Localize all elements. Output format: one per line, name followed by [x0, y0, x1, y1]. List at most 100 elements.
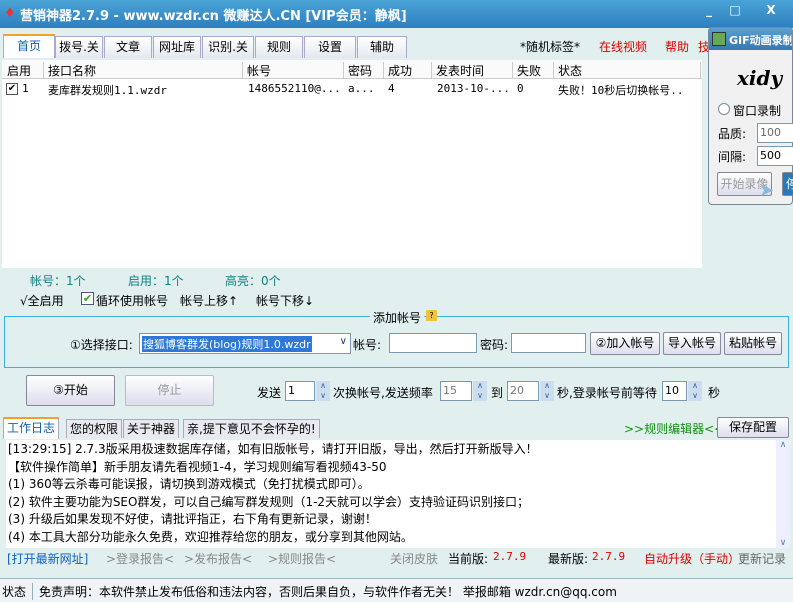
freq-from-input[interactable]: 15 — [440, 381, 472, 401]
enable-all-button[interactable]: √全启用 — [20, 292, 64, 309]
tab-settings[interactable]: 设置 — [304, 36, 356, 58]
tab-feedback[interactable]: 亲,提下意见不会怀孕的! — [183, 419, 320, 438]
tab-rules[interactable]: 规则 — [255, 36, 303, 58]
col-status[interactable]: 状态 — [553, 62, 701, 78]
row-success: 4 — [388, 82, 395, 95]
tab-permissions[interactable]: 您的权限 — [66, 419, 123, 438]
close-button[interactable]: X — [760, 3, 782, 21]
window-record-radio[interactable] — [718, 103, 730, 115]
status-label: 状态 — [2, 585, 27, 599]
freq-to-spinner[interactable]: ∧ ∨ — [540, 381, 554, 401]
wait-input[interactable]: 10 — [662, 381, 687, 401]
account-label: 帐号: — [353, 338, 382, 352]
log-scrollbar[interactable]: ∧ ∨ — [776, 440, 790, 548]
scroll-up-icon[interactable]: ∧ — [776, 440, 790, 450]
save-config-button[interactable]: 保存配置 — [717, 417, 789, 438]
scroll-down-icon[interactable]: ∨ — [776, 538, 790, 548]
col-fail[interactable]: 失败 — [512, 62, 541, 78]
tab-dial[interactable]: 拨号.关 — [55, 36, 103, 58]
open-site-link[interactable]: [打开最新网址] — [7, 550, 88, 567]
publish-report-link[interactable]: >发布报告< — [184, 550, 252, 567]
log-line: [13:29:15] 2.7.3版采用极速数据库存储，如有旧版帐号，请打开旧版，… — [8, 442, 538, 456]
wait-label: 秒,登录帐号前等待 — [557, 386, 657, 400]
window-title: 营销神器2.7.9 - www.wzdr.cn 微赚达人.CN [VIP会员：静… — [20, 9, 407, 24]
move-up-button[interactable]: 帐号上移↑ — [180, 292, 238, 309]
col-time[interactable]: 发表时间 — [431, 62, 484, 78]
rule-editor-link[interactable]: >>规则编辑器<< — [624, 420, 724, 437]
title-bar: ♦ 营销神器2.7.9 - www.wzdr.cn 微赚达人.CN [VIP会员… — [0, 0, 793, 28]
move-down-button[interactable]: 帐号下移↓ — [256, 292, 314, 309]
current-version: 2.7.9 — [493, 550, 527, 563]
col-enabled[interactable]: 启用 — [3, 62, 31, 78]
latest-version: 2.7.9 — [592, 550, 626, 563]
tab-article[interactable]: 文章 — [104, 36, 152, 58]
tab-recognize[interactable]: 识别.关 — [202, 36, 254, 58]
send-count-input[interactable]: 1 — [285, 381, 315, 401]
password-input[interactable] — [511, 333, 586, 353]
wait-spinner[interactable]: ∧ ∨ — [688, 381, 702, 401]
enabled-count: 启用：1个 — [128, 274, 184, 288]
help-link[interactable]: 帮助 — [665, 38, 689, 55]
tab-home[interactable]: 首页 — [3, 34, 55, 58]
gif-recorder-window: GIF动画录制 xidy 窗口录制 品质: 100 间隔: 500 开始录像 停… — [708, 27, 793, 205]
mouse-cursor-icon: ➤ — [759, 180, 775, 201]
interface-select[interactable]: 搜狐博客群发(blog)规则1.0.wzdr ∨ — [139, 333, 351, 354]
freq-from-spinner[interactable]: ∧ ∨ — [473, 381, 487, 401]
import-account-button[interactable]: 导入帐号 — [663, 332, 721, 355]
log-line: (2) 软件主要功能为SEO群发，可以自己编写群发规则（1-2天就可以学会）支持… — [8, 494, 530, 509]
col-success[interactable]: 成功 — [383, 62, 412, 78]
row-name: 麦库群发规则1.1.wzdr — [48, 84, 167, 97]
row-time: 2013-10-... — [437, 82, 510, 95]
password-label: 密码: — [480, 338, 509, 352]
changelog-link[interactable]: 更新记录 — [738, 550, 786, 567]
tab-work-log[interactable]: 工作日志 — [3, 417, 60, 439]
random-tag-link[interactable]: *随机标签* — [520, 38, 580, 55]
add-account-button[interactable]: ②加入帐号 — [590, 332, 660, 355]
window-record-label: 窗口录制 — [733, 104, 782, 118]
start-button[interactable]: ③开始 — [26, 375, 115, 406]
gif-logo: xidy — [737, 66, 783, 90]
log-line: 【软件操作简单】新手朋友请先看视频1-4，学习规则编写看视频43-50 — [8, 459, 387, 474]
maximize-button[interactable]: □ — [724, 3, 746, 21]
row-account: 1486552110@... — [248, 82, 341, 95]
col-interface[interactable]: 接口名称 — [43, 62, 96, 78]
app-logo-icon: ♦ — [4, 6, 16, 21]
stop-button[interactable]: 停止 — [125, 375, 214, 406]
loop-label: 循环使用帐号 — [96, 294, 169, 308]
freq-to-input[interactable]: 20 — [507, 381, 539, 401]
interface-select-value: 搜狐博客群发(blog)规则1.0.wzdr — [142, 336, 312, 352]
login-report-link[interactable]: >登录报告< — [106, 550, 174, 567]
help-icon[interactable]: ? — [426, 310, 437, 321]
gif-stop-button[interactable]: 停 — [782, 172, 793, 196]
row-fail: 0 — [517, 82, 524, 95]
rule-report-link[interactable]: >规则报告< — [268, 550, 336, 567]
log-line: (1) 360等云杀毒可能误报，请切换到游戏模式（免打扰模式即可）。 — [8, 477, 370, 491]
tab-url-library[interactable]: 网址库 — [153, 36, 201, 58]
col-account[interactable]: 帐号 — [242, 62, 271, 78]
interval-input[interactable]: 500 — [757, 146, 793, 166]
quality-label: 品质: — [718, 127, 747, 141]
latest-version-label: 最新版: — [548, 552, 589, 566]
minimize-button[interactable]: _ — [698, 3, 720, 21]
row-password: a... — [348, 82, 375, 95]
send-count-spinner[interactable]: ∧ ∨ — [316, 381, 330, 401]
quality-input[interactable]: 100 — [757, 123, 793, 143]
tab-assist[interactable]: 辅助 — [357, 36, 407, 58]
add-account-legend: 添加帐号 — [370, 309, 425, 326]
account-input[interactable] — [389, 333, 477, 353]
status-bar: 状态 免责声明：本软件禁止发布低俗和违法内容，否则后果自负，与软件作者无关！ 举… — [0, 578, 793, 602]
chevron-down-icon: ∨ — [339, 336, 347, 347]
gif-title: GIF动画录制 — [729, 34, 792, 47]
paste-account-button[interactable]: 粘贴帐号 — [724, 332, 782, 355]
tab-about[interactable]: 关于神器 — [123, 419, 180, 438]
work-log: [13:29:15] 2.7.3版采用极速数据库存储，如有旧版帐号，请打开旧版，… — [6, 440, 776, 548]
col-password[interactable]: 密码 — [343, 62, 372, 78]
online-video-link[interactable]: 在线视频 — [599, 38, 647, 55]
log-line: (3) 升级后如果发现不好使，请批评指正，右下角有更新记录，谢谢！ — [8, 512, 377, 526]
close-skin-link[interactable]: 关闭皮肤 — [390, 550, 438, 567]
loop-checkbox[interactable]: ✔ — [81, 292, 94, 305]
interval-label: 间隔: — [718, 150, 747, 164]
row-index: 1 — [22, 82, 29, 95]
auto-upgrade-link[interactable]: 自动升级（手动） — [644, 550, 740, 567]
row-checkbox[interactable]: ✔ — [6, 83, 18, 95]
